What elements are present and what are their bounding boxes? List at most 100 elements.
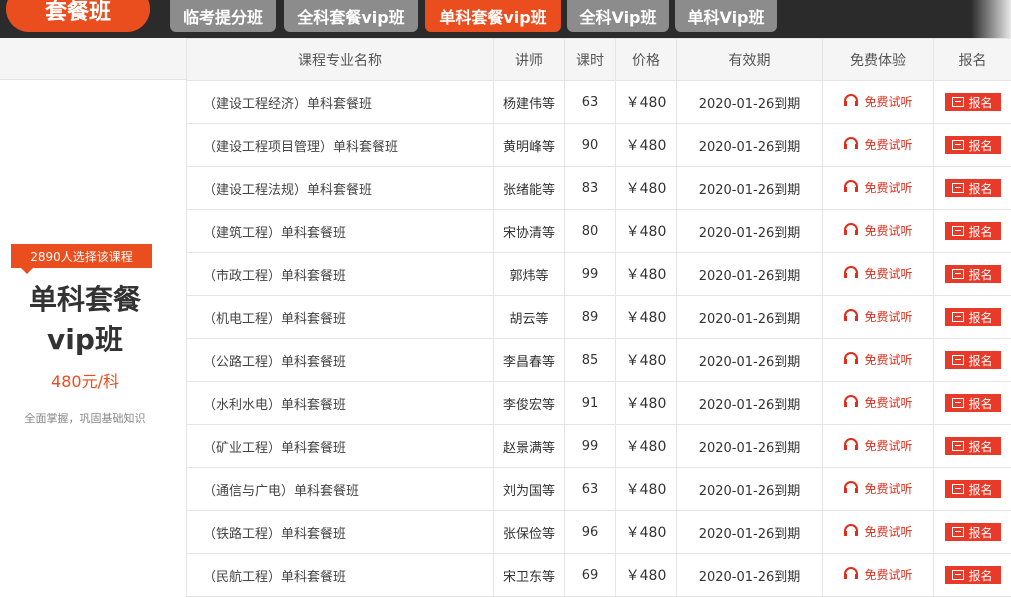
validity: 2020-01-26到期: [677, 339, 823, 382]
headphone-icon: [843, 93, 859, 110]
free-trial-link[interactable]: 免费试听: [843, 222, 912, 239]
free-trial-link[interactable]: 免费试听: [843, 480, 912, 497]
course-name[interactable]: （建设工程法规）单科套餐班: [187, 167, 494, 210]
tab-exam-boost[interactable]: 临考提分班: [170, 0, 276, 32]
trial-cell: 免费试听: [823, 382, 934, 425]
teacher: 张保俭等: [494, 511, 565, 554]
trial-cell: 免费试听: [823, 81, 934, 124]
validity: 2020-01-26到期: [677, 81, 823, 124]
free-trial-link[interactable]: 免费试听: [843, 93, 912, 110]
teacher: 李俊宏等: [494, 382, 565, 425]
price: ￥480: [616, 81, 677, 124]
course-name[interactable]: （建设工程经济）单科套餐班: [187, 81, 494, 124]
brand-tab[interactable]: 套餐班: [6, 0, 150, 32]
price: ￥480: [616, 554, 677, 597]
course-name[interactable]: （通信与广电）单科套餐班: [187, 468, 494, 511]
validity: 2020-01-26到期: [677, 554, 823, 597]
validity: 2020-01-26到期: [677, 210, 823, 253]
free-trial-link[interactable]: 免费试听: [843, 394, 912, 411]
document-icon: [952, 269, 964, 279]
signup-button[interactable]: 报名: [945, 394, 1001, 412]
free-trial-link[interactable]: 免费试听: [843, 265, 912, 282]
headphone-icon: [843, 394, 859, 411]
trial-cell: 免费试听: [823, 511, 934, 554]
signup-button[interactable]: 报名: [945, 93, 1001, 111]
signup-button[interactable]: 报名: [945, 136, 1001, 154]
course-name[interactable]: （机电工程）单科套餐班: [187, 296, 494, 339]
free-trial-link[interactable]: 免费试听: [843, 437, 912, 454]
signup-button[interactable]: 报名: [945, 566, 1001, 584]
free-trial-link[interactable]: 免费试听: [843, 351, 912, 368]
price: ￥480: [616, 425, 677, 468]
trial-cell: 免费试听: [823, 210, 934, 253]
free-trial-link[interactable]: 免费试听: [843, 136, 912, 153]
course-name[interactable]: （民航工程）单科套餐班: [187, 554, 494, 597]
course-name[interactable]: （公路工程）单科套餐班: [187, 339, 494, 382]
tab-full-vip[interactable]: 全科Vip班: [567, 0, 669, 32]
hours: 80: [565, 210, 616, 253]
free-trial-label: 免费试听: [864, 437, 912, 454]
free-trial-link[interactable]: 免费试听: [843, 523, 912, 540]
course-name[interactable]: （建筑工程）单科套餐班: [187, 210, 494, 253]
course-name[interactable]: （矿业工程）单科套餐班: [187, 425, 494, 468]
free-trial-link[interactable]: 免费试听: [843, 308, 912, 325]
signup-label: 报名: [968, 94, 992, 111]
headphone-icon: [843, 566, 859, 583]
tab-single-vip[interactable]: 单科Vip班: [675, 0, 777, 32]
signup-label: 报名: [968, 137, 992, 154]
price: ￥480: [616, 339, 677, 382]
signup-button[interactable]: 报名: [945, 480, 1001, 498]
trial-cell: 免费试听: [823, 124, 934, 167]
course-name[interactable]: （市政工程）单科套餐班: [187, 253, 494, 296]
signup-cell: 报名: [934, 253, 1011, 296]
document-icon: [952, 570, 964, 580]
tab-single-package-vip[interactable]: 单科套餐vip班: [425, 0, 561, 32]
course-name[interactable]: （铁路工程）单科套餐班: [187, 511, 494, 554]
signup-button[interactable]: 报名: [945, 523, 1001, 541]
free-trial-link[interactable]: 免费试听: [843, 566, 912, 583]
table-row: （建筑工程）单科套餐班宋协清等80￥4802020-01-26到期免费试听报名: [187, 210, 1011, 253]
table-row: （建设工程法规）单科套餐班张绪能等83￥4802020-01-26到期免费试听报…: [187, 167, 1011, 210]
headphone-icon: [843, 437, 859, 454]
price: ￥480: [616, 124, 677, 167]
price: ￥480: [616, 382, 677, 425]
tab-full-package-vip[interactable]: 全科套餐vip班: [284, 0, 418, 32]
promo-title-line1: 单科套餐: [0, 280, 170, 320]
free-trial-label: 免费试听: [864, 222, 912, 239]
free-trial-label: 免费试听: [864, 179, 912, 196]
document-icon: [952, 355, 964, 365]
course-name[interactable]: （水利水电）单科套餐班: [187, 382, 494, 425]
promo-title: 单科套餐 vip班: [0, 280, 170, 360]
promo-price: 480元/科: [0, 368, 170, 392]
signup-button[interactable]: 报名: [945, 437, 1001, 455]
course-name[interactable]: （建设工程项目管理）单科套餐班: [187, 124, 494, 167]
document-icon: [952, 527, 964, 537]
trial-cell: 免费试听: [823, 167, 934, 210]
free-trial-link[interactable]: 免费试听: [843, 179, 912, 196]
document-icon: [952, 484, 964, 494]
signup-button[interactable]: 报名: [945, 265, 1001, 283]
teacher: 李昌春等: [494, 339, 565, 382]
promo-subtitle: 全面掌握，巩固基础知识: [0, 410, 170, 426]
hours: 63: [565, 468, 616, 511]
headphone-icon: [843, 308, 859, 325]
signup-button[interactable]: 报名: [945, 222, 1001, 240]
signup-label: 报名: [968, 481, 992, 498]
free-trial-label: 免费试听: [864, 394, 912, 411]
signup-cell: 报名: [934, 296, 1011, 339]
signup-label: 报名: [968, 567, 992, 584]
validity: 2020-01-26到期: [677, 382, 823, 425]
signup-label: 报名: [968, 266, 992, 283]
hours: 91: [565, 382, 616, 425]
promo-panel: 2890人选择该课程 单科套餐 vip班 480元/科 全面掌握，巩固基础知识: [0, 38, 187, 580]
hours: 63: [565, 81, 616, 124]
headphone-icon: [843, 480, 859, 497]
teacher: 赵景满等: [494, 425, 565, 468]
signup-button[interactable]: 报名: [945, 351, 1001, 369]
signup-button[interactable]: 报名: [945, 308, 1001, 326]
signup-label: 报名: [968, 524, 992, 541]
document-icon: [952, 226, 964, 236]
signup-button[interactable]: 报名: [945, 179, 1001, 197]
signup-cell: 报名: [934, 339, 1011, 382]
teacher: 刘为国等: [494, 468, 565, 511]
